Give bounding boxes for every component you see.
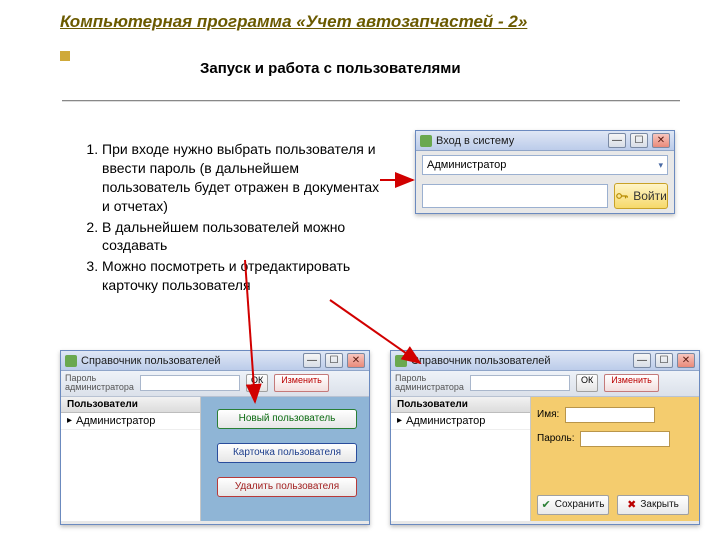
users-directory-window-edit: Справочник пользователей — ☐ ✕ Парольадм… [390, 350, 700, 525]
key-icon [615, 189, 629, 203]
window-title-text: Вход в систему [436, 135, 514, 147]
app-icon [420, 135, 432, 147]
minimize-button[interactable]: — [303, 353, 321, 368]
divider [62, 100, 680, 102]
instruction-item: При входе нужно выбрать пользователя и в… [102, 140, 390, 216]
delete-user-button[interactable]: Удалить пользователя [217, 477, 357, 497]
close-form-button[interactable]: ✖ Закрыть [617, 495, 689, 515]
toolbar: Парольадминистратора ОК Изменить [391, 371, 699, 397]
users-list[interactable]: Пользователи ▸ Администратор [391, 397, 531, 521]
close-button[interactable]: ✕ [652, 133, 670, 148]
window-title-text: Справочник пользователей [81, 355, 221, 367]
row-marker-icon: ▸ [67, 415, 72, 426]
save-button[interactable]: ✔ Сохранить [537, 495, 609, 515]
slide-subtitle: Запуск и работа с пользователями [200, 60, 461, 77]
window-titlebar[interactable]: Справочник пользователей — ☐ ✕ [391, 351, 699, 371]
maximize-button[interactable]: ☐ [630, 133, 648, 148]
modify-button[interactable]: Изменить [274, 374, 329, 392]
modify-button[interactable]: Изменить [604, 374, 659, 392]
cross-icon: ✖ [627, 498, 636, 511]
actions-pane: Новый пользователь Карточка пользователя… [201, 397, 369, 521]
user-select[interactable]: Администратор ▾ [422, 155, 668, 175]
users-directory-window: Справочник пользователей — ☐ ✕ Парольадм… [60, 350, 370, 525]
edit-pane: Имя: Пароль: ✔ Сохранить ✖ Закрыть [531, 397, 699, 521]
app-icon [395, 355, 407, 367]
name-input[interactable] [565, 407, 655, 423]
instructions-list: При входе нужно выбрать пользователя и в… [80, 140, 390, 297]
password-label: Пароль: [537, 433, 574, 444]
check-icon: ✔ [542, 498, 551, 511]
maximize-button[interactable]: ☐ [655, 353, 673, 368]
users-list-header: Пользователи [391, 397, 530, 413]
password-input[interactable] [422, 184, 608, 208]
users-list-item-label: Администратор [406, 415, 485, 427]
name-label: Имя: [537, 409, 559, 420]
user-card-button[interactable]: Карточка пользователя [217, 443, 357, 463]
save-button-label: Сохранить [555, 499, 605, 510]
chevron-down-icon: ▾ [658, 160, 663, 171]
admin-password-label: Парольадминистратора [395, 374, 464, 393]
instruction-item: В дальнейшем пользователей можно создава… [102, 218, 390, 256]
users-list-item-label: Администратор [76, 415, 155, 427]
new-user-button[interactable]: Новый пользователь [217, 409, 357, 429]
ok-button[interactable]: ОК [576, 374, 598, 392]
minimize-button[interactable]: — [633, 353, 651, 368]
window-titlebar[interactable]: Вход в систему — ☐ ✕ [416, 131, 674, 151]
window-title-text: Справочник пользователей [411, 355, 551, 367]
close-button[interactable]: ✕ [347, 353, 365, 368]
close-button-label: Закрыть [640, 499, 679, 510]
admin-password-label: Парольадминистратора [65, 374, 134, 393]
ok-button[interactable]: ОК [246, 374, 268, 392]
minimize-button[interactable]: — [608, 133, 626, 148]
maximize-button[interactable]: ☐ [325, 353, 343, 368]
instruction-item: Можно посмотреть и отредактировать карто… [102, 257, 390, 295]
user-select-value: Администратор [427, 159, 506, 171]
user-password-input[interactable] [580, 431, 670, 447]
users-list-header: Пользователи [61, 397, 200, 413]
login-button-label: Войти [633, 189, 667, 203]
admin-password-input[interactable] [140, 375, 240, 391]
login-window: Вход в систему — ☐ ✕ Администратор ▾ Вой… [415, 130, 675, 214]
users-list-item[interactable]: ▸ Администратор [391, 413, 530, 430]
user-form: Имя: Пароль: [537, 407, 670, 455]
row-marker-icon: ▸ [397, 415, 402, 426]
users-list[interactable]: Пользователи ▸ Администратор [61, 397, 201, 521]
toolbar: Парольадминистратора ОК Изменить [61, 371, 369, 397]
login-button[interactable]: Войти [614, 183, 668, 209]
close-button[interactable]: ✕ [677, 353, 695, 368]
users-list-item[interactable]: ▸ Администратор [61, 413, 200, 430]
bullet-square-icon [60, 51, 70, 61]
slide-title: Компьютерная программа «Учет автозапчаст… [60, 12, 527, 32]
window-titlebar[interactable]: Справочник пользователей — ☐ ✕ [61, 351, 369, 371]
admin-password-input[interactable] [470, 375, 570, 391]
app-icon [65, 355, 77, 367]
